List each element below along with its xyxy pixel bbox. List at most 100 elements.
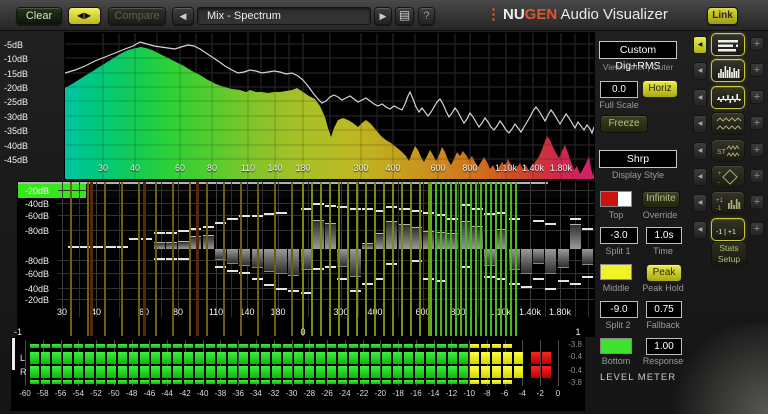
histogram-button[interactable] xyxy=(711,59,745,83)
level-meter-display[interactable]: -60 -58 -56 -54 -52 -50 -48 -46 -44 -42 -40 -38 -36-… xyxy=(12,338,584,410)
spectrum-freq-tick-label: 600 xyxy=(430,163,446,173)
view-collapse-tab[interactable]: ◀ xyxy=(693,194,707,213)
spectrum-db-tick-label: -10dB xyxy=(4,54,29,64)
split1-label: Split 1 xyxy=(605,246,631,256)
correlation-tick xyxy=(365,182,367,336)
meter-mode-select[interactable]: Custom Dig+RMS xyxy=(599,41,677,72)
meter-segment xyxy=(206,352,215,364)
correlation-range-icon: -1 | +1 xyxy=(716,229,736,236)
meter-scale-label: -54 xyxy=(72,389,85,398)
meter-scale-label: -4 xyxy=(518,389,527,398)
freeze-button[interactable]: Freeze xyxy=(600,115,648,133)
split-bar-up xyxy=(570,224,581,249)
meter-segment xyxy=(228,344,237,348)
stats-setup-button[interactable]: Stats Setup xyxy=(711,241,747,266)
view-collapse-tab[interactable]: ◀ xyxy=(693,88,707,107)
correlation-tick xyxy=(172,182,174,336)
meter-segment xyxy=(437,380,446,384)
add-view-button[interactable]: + xyxy=(750,63,764,78)
spectrum-display[interactable]: 30 40 60 80 110 140 180 300 400 600 800 1.10k 1.40k 1… xyxy=(65,33,594,179)
correlation-tick xyxy=(143,182,146,336)
meter-segment xyxy=(228,366,237,378)
link-button[interactable]: Link xyxy=(707,7,738,25)
fallback-value[interactable]: 0.75 xyxy=(646,301,682,318)
add-view-button[interactable]: + xyxy=(750,221,764,236)
top-color-swatch[interactable] xyxy=(600,191,632,207)
view-selector-row: ◀ -1 | +1 + xyxy=(692,217,766,242)
meter-segment xyxy=(30,366,39,378)
split2-value[interactable]: -9.0 xyxy=(600,301,638,318)
response-value[interactable]: 1.00 xyxy=(646,338,682,355)
meter-segment xyxy=(261,380,270,384)
meter-segment xyxy=(481,352,490,364)
middle-color-swatch[interactable] xyxy=(600,264,632,280)
correlation-tick xyxy=(495,182,497,336)
ab-compare-toggle-icon[interactable]: ◀▶ xyxy=(68,7,101,25)
view-collapse-tab[interactable]: ◀ xyxy=(693,220,707,239)
horiz-button[interactable]: Horiz xyxy=(642,80,678,98)
add-view-button[interactable]: + xyxy=(750,142,764,157)
split-db-tick-label: -20dB xyxy=(25,295,50,305)
meter-scale-label: -56 xyxy=(54,389,67,398)
meter-scale-label: -14 xyxy=(427,389,440,398)
preset-list-icon[interactable]: ▤ xyxy=(395,7,414,25)
correlation-range-button[interactable]: -1 | +1 xyxy=(711,217,745,241)
meter-segment xyxy=(360,344,369,348)
view-collapse-tab[interactable]: ◀ xyxy=(693,115,707,134)
split-peak-dash xyxy=(276,212,287,214)
add-view-button[interactable]: + xyxy=(750,195,764,210)
meter-segment xyxy=(195,380,204,384)
add-view-button[interactable]: + xyxy=(750,116,764,131)
spectrum-db-tick-label: -45dB xyxy=(4,155,29,165)
preset-prev-button[interactable]: ◀ xyxy=(172,7,194,25)
preset-next-button[interactable]: ▶ xyxy=(374,7,392,25)
view-selector-row: ◀ + - + xyxy=(692,165,766,189)
full-scale-value[interactable]: 0.0 xyxy=(600,81,638,98)
vectorscope-button[interactable]: + - xyxy=(711,165,745,188)
meter-segment xyxy=(426,344,435,348)
infinite-button[interactable]: Infinite xyxy=(642,191,680,208)
spectrum-freq-tick-label: 110 xyxy=(240,163,256,173)
spectrum-freq-tick-label: 400 xyxy=(385,163,401,173)
stereo-waveform-button[interactable]: ST xyxy=(711,138,745,162)
split-freq-tick-label: 1.40k xyxy=(518,307,542,317)
meter-segment xyxy=(360,352,369,364)
add-view-button[interactable]: + xyxy=(750,89,764,104)
compare-button[interactable]: Compare xyxy=(108,7,166,25)
view-collapse-tab[interactable]: ◀ xyxy=(693,168,707,186)
meter-segment xyxy=(305,366,314,378)
waveform-button[interactable] xyxy=(711,112,745,136)
split-spectrum-display[interactable]: -20dB -40dB -60dB -80dB -80dB -60dB -40dB -20dB… xyxy=(14,182,594,337)
view-collapse-tab[interactable]: ◀ xyxy=(693,36,707,54)
add-view-button[interactable]: + xyxy=(750,37,764,51)
correlation-tick xyxy=(475,182,477,336)
meter-segment xyxy=(41,344,50,348)
correlation-tick xyxy=(374,182,376,336)
correlation-axis-label: 0 xyxy=(300,327,306,337)
peak-button[interactable]: Peak xyxy=(646,264,682,282)
meter-segment xyxy=(107,352,116,364)
meter-segment xyxy=(52,366,61,378)
meter-segment xyxy=(503,352,512,364)
split-peak-dash xyxy=(276,288,287,290)
plusminus-bars-button[interactable]: +1 -1 xyxy=(711,191,745,215)
view-collapse-tab[interactable]: ◀ xyxy=(693,62,707,81)
correlation-tick xyxy=(104,182,106,336)
split-peak-dash xyxy=(203,226,214,228)
add-view-button[interactable]: + xyxy=(750,169,764,183)
view-mode-label[interactable]: View: Inner | Outer xyxy=(597,62,679,72)
display-style-select[interactable]: Shrp xyxy=(599,150,677,168)
split-spectrum-button[interactable] xyxy=(711,85,745,109)
clear-button[interactable]: Clear xyxy=(16,7,62,25)
split-peak-dash xyxy=(178,258,189,260)
time-label: Time xyxy=(653,246,673,256)
spectrum-db-tick-label: -5dB xyxy=(4,40,24,50)
time-value[interactable]: 1.0s xyxy=(646,227,682,244)
meter-segment xyxy=(294,344,303,348)
preset-display[interactable]: Mix - Spectrum xyxy=(197,7,371,25)
view-collapse-tab[interactable]: ◀ xyxy=(693,141,707,160)
help-button[interactable]: ? xyxy=(418,7,435,25)
levels-lines-button[interactable] xyxy=(711,33,745,56)
bottom-color-swatch[interactable] xyxy=(600,338,632,354)
split1-value[interactable]: -3.0 xyxy=(600,227,638,244)
